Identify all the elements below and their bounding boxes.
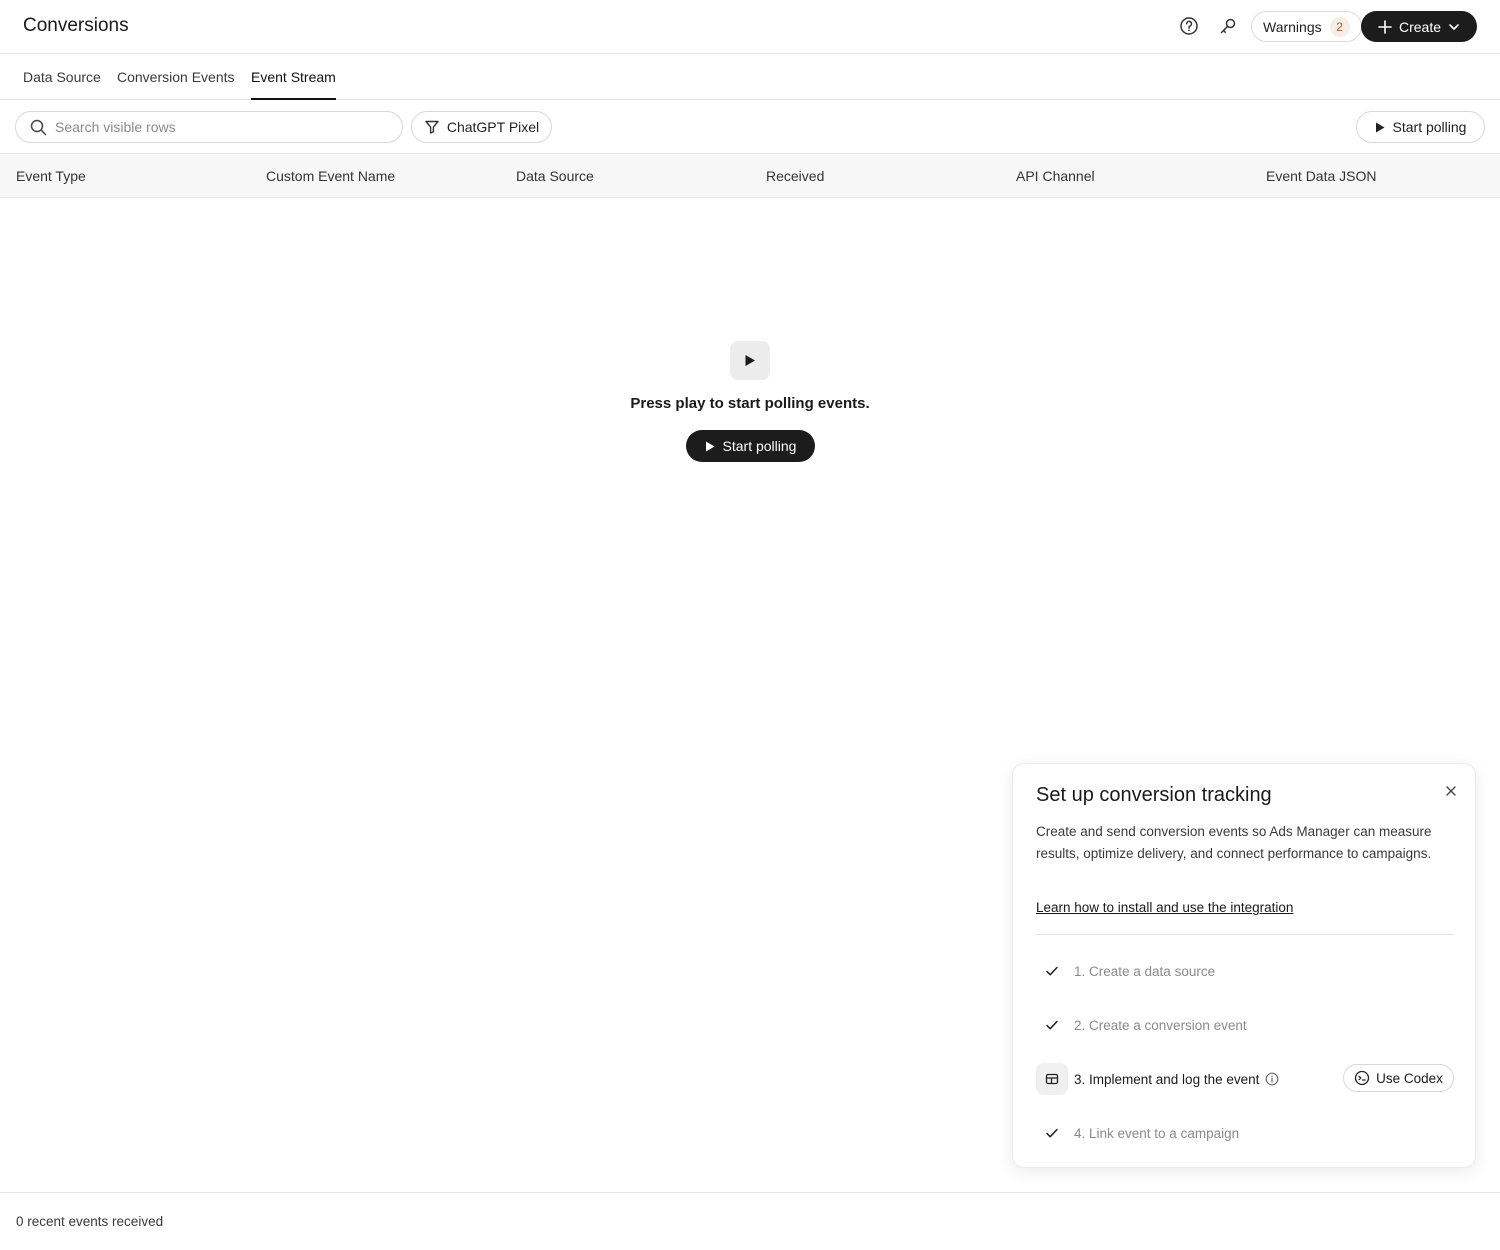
filter-button[interactable]: ChatGPT Pixel bbox=[411, 111, 552, 143]
start-polling-button[interactable]: Start polling bbox=[1356, 111, 1485, 143]
check-icon bbox=[1036, 955, 1068, 987]
setup-step-3[interactable]: 3. Implement and log the event Use Codex bbox=[1036, 1063, 1454, 1095]
codex-icon bbox=[1354, 1070, 1370, 1086]
learn-integration-link[interactable]: Learn how to install and use the integra… bbox=[1036, 900, 1293, 915]
search-box bbox=[15, 111, 403, 143]
empty-state-button-label: Start polling bbox=[722, 438, 797, 454]
tab-event-stream[interactable]: Event Stream bbox=[251, 69, 336, 100]
empty-state-message: Press play to start polling events. bbox=[630, 395, 870, 412]
column-header-custom-event-name[interactable]: Custom Event Name bbox=[266, 168, 395, 184]
check-icon bbox=[1036, 1009, 1068, 1041]
empty-state-play-icon[interactable] bbox=[730, 341, 770, 380]
chevron-down-icon bbox=[1449, 23, 1459, 30]
play-icon bbox=[705, 441, 715, 451]
close-icon[interactable] bbox=[1441, 781, 1461, 801]
tab-bar: Data Source Conversion Events Event Stre… bbox=[0, 54, 1500, 100]
plus-icon bbox=[1378, 19, 1392, 34]
use-codex-label: Use Codex bbox=[1376, 1070, 1443, 1086]
tab-conversion-events[interactable]: Conversion Events bbox=[117, 69, 235, 100]
create-button[interactable]: Create bbox=[1361, 11, 1477, 42]
warnings-label: Warnings bbox=[1263, 18, 1322, 35]
search-icon bbox=[30, 119, 47, 135]
column-header-event-type[interactable]: Event Type bbox=[16, 168, 86, 184]
filter-label: ChatGPT Pixel bbox=[446, 119, 540, 135]
layout-icon bbox=[1036, 1063, 1068, 1095]
setup-step-1[interactable]: 1. Create a data source bbox=[1036, 955, 1454, 987]
top-header: Conversions Warnings 2 Create bbox=[0, 0, 1500, 54]
page-title: Conversions bbox=[23, 15, 129, 36]
setup-panel: Set up conversion tracking Create and se… bbox=[1012, 763, 1476, 1168]
events-received-status: 0 recent events received bbox=[16, 1214, 164, 1229]
check-icon bbox=[1036, 1117, 1068, 1149]
column-header-api-channel[interactable]: API Channel bbox=[1016, 168, 1095, 184]
footer-bar: 0 recent events received bbox=[0, 1192, 1500, 1250]
empty-state-start-polling-button[interactable]: Start polling bbox=[686, 430, 815, 462]
start-polling-label: Start polling bbox=[1392, 119, 1467, 135]
setup-panel-description: Create and send conversion events so Ads… bbox=[1036, 824, 1432, 861]
setup-step-4[interactable]: 4. Link event to a campaign bbox=[1036, 1117, 1454, 1149]
step-label: 2. Create a conversion event bbox=[1074, 1017, 1247, 1033]
setup-panel-title: Set up conversion tracking bbox=[1036, 784, 1272, 806]
info-icon[interactable] bbox=[1265, 1072, 1279, 1086]
warnings-button[interactable]: Warnings 2 bbox=[1251, 11, 1362, 42]
step-label: 1. Create a data source bbox=[1074, 963, 1216, 979]
column-header-data-source[interactable]: Data Source bbox=[516, 168, 594, 184]
filter-icon bbox=[425, 120, 439, 134]
tab-data-source[interactable]: Data Source bbox=[23, 69, 101, 100]
play-icon bbox=[1375, 122, 1385, 132]
step-label: 4. Link event to a campaign bbox=[1074, 1125, 1240, 1141]
column-header-event-data-json[interactable]: Event Data JSON bbox=[1266, 168, 1377, 184]
toolbar: ChatGPT Pixel Start polling bbox=[0, 100, 1500, 154]
create-label: Create bbox=[1398, 18, 1442, 35]
warnings-count-badge: 2 bbox=[1329, 16, 1350, 37]
setup-step-2[interactable]: 2. Create a conversion event bbox=[1036, 1009, 1454, 1041]
use-codex-button[interactable]: Use Codex bbox=[1343, 1064, 1454, 1092]
key-icon[interactable] bbox=[1217, 15, 1239, 37]
step-label: 3. Implement and log the event bbox=[1074, 1071, 1260, 1087]
column-header-received[interactable]: Received bbox=[766, 168, 824, 184]
divider bbox=[1036, 934, 1454, 935]
table-header: Event Type Custom Event Name Data Source… bbox=[0, 154, 1500, 198]
help-icon[interactable] bbox=[1178, 15, 1200, 37]
search-input[interactable] bbox=[55, 119, 375, 135]
